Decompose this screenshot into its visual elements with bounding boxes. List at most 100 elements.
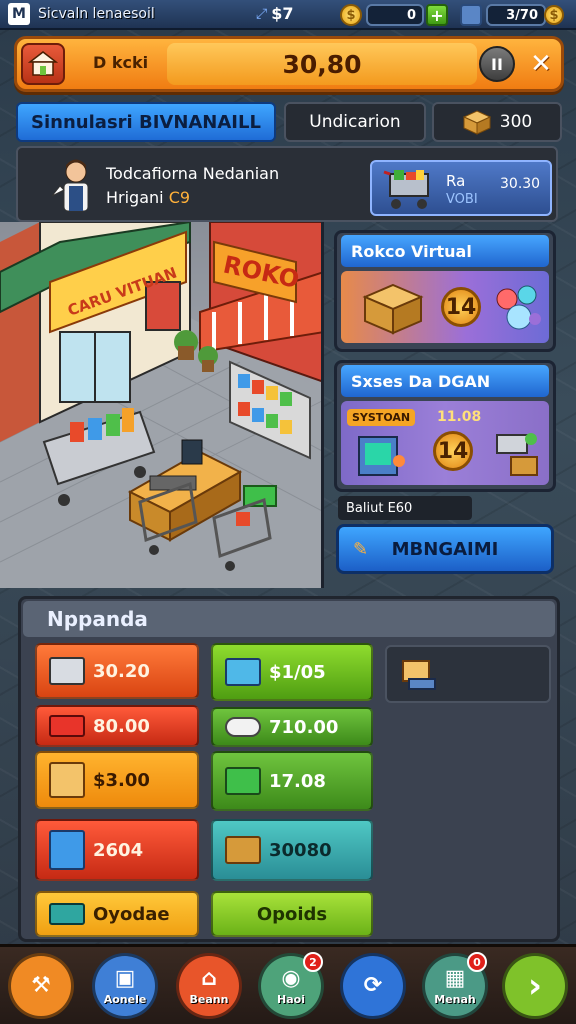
edit-icon: ✎: [353, 539, 369, 560]
app-logo-icon: M: [8, 3, 30, 25]
info-line-2-value: C9: [168, 188, 191, 207]
virtual-store-title: Rokco Virtual: [341, 235, 549, 267]
header-amount: 30,80: [167, 43, 477, 85]
crate-icon: [49, 715, 85, 737]
system-panel-title: Sxses Da DGAN: [341, 365, 549, 397]
virtual-store-coin: 14: [441, 287, 481, 327]
market-item-4[interactable]: 710.00: [211, 707, 373, 747]
manage-button-label: MBNGAIMI: [391, 538, 499, 560]
nav-beann[interactable]: ⌂ Beann: [176, 953, 242, 1019]
disc-icon: ◉: [281, 965, 301, 991]
market-item-7-label: 2604: [93, 839, 144, 861]
tab-education[interactable]: Undicarion: [284, 102, 426, 142]
market-item-3[interactable]: 80.00: [35, 705, 199, 747]
printer-icon: [49, 657, 85, 685]
notification-badge: 2: [303, 952, 323, 972]
cart-price: 30.30: [500, 176, 541, 192]
cart-label-1: Ra: [446, 172, 466, 190]
products-bundle-icon: [496, 285, 541, 330]
market-item-4-label: 710.00: [269, 716, 339, 738]
manage-button[interactable]: ✎ MBNGAIMI: [336, 524, 554, 574]
nav-menah[interactable]: ▦ Menah 0: [422, 952, 488, 1019]
capacity-icon: [460, 4, 482, 26]
market-item-9-label: Oyodae: [93, 903, 170, 925]
capacity-coin-icon: $: [544, 5, 564, 25]
cart-offer-card[interactable]: Ra VOBI 30.30: [370, 160, 552, 216]
kiosk-icon: [358, 436, 405, 476]
capacity-counter: 3/70 $: [460, 4, 564, 26]
tab-simulation[interactable]: Sinnulasri BIVNANAILL: [16, 102, 276, 142]
market-item-2[interactable]: $1/05: [211, 643, 373, 701]
system-panel-body: SYSTOAN 11.08 14: [341, 401, 549, 485]
cart-icon: [225, 767, 261, 795]
crate-counter[interactable]: 300: [432, 102, 562, 142]
pause-button[interactable]: II: [479, 46, 515, 82]
market-item-3-label: 80.00: [93, 715, 150, 737]
market-panel: Nppanda 30.20 80.00 $3.00 2604 Oyodae $1…: [18, 596, 560, 942]
crate-icon: [462, 110, 491, 135]
market-item-2-label: $1/05: [269, 661, 326, 683]
build-icon: ⌂: [201, 965, 217, 991]
info-panel: Todcafiorna Nedanian Hrigani C9 Ra VOBI …: [16, 146, 558, 222]
bottom-nav: ⚒ ▣ Aonele ⌂ Beann ◉ Haoi 2 ⟳ ▦ Menah 0 …: [0, 944, 576, 1024]
market-item-6-label: 17.08: [269, 770, 326, 792]
header-sub-label: D kcki: [93, 53, 149, 72]
keypad-icon: ▦: [444, 965, 466, 991]
store-home-button[interactable]: [21, 43, 65, 85]
package-icon: [225, 836, 261, 864]
server-box-icon: [225, 658, 261, 686]
tablet-icon: ▣: [114, 965, 136, 991]
nav-haoi[interactable]: ◉ Haoi 2: [258, 952, 324, 1019]
capacity-value: 3/70: [486, 4, 546, 26]
nav-next[interactable]: ›: [502, 953, 568, 1019]
market-item-10-label: Opoids: [256, 903, 328, 925]
trend-icon: ⤢: [256, 5, 268, 22]
next-arrow-icon: ›: [527, 966, 542, 1006]
market-item-5-label: $3.00: [93, 769, 150, 791]
market-item-8[interactable]: 30080: [211, 819, 373, 881]
nav-refresh[interactable]: ⟳: [340, 953, 406, 1019]
money-value: $7: [271, 4, 294, 23]
goods-crate-icon: [362, 283, 424, 335]
nav-aonele-label: Aonele: [103, 992, 147, 1006]
coin-counter: $ 0 +: [340, 4, 448, 26]
cart-label-2: VOBI: [446, 192, 478, 207]
header-bar: D kcki 30,80 II ✕: [14, 36, 564, 92]
info-line-1: Todcafiorna Nedanian: [106, 164, 280, 183]
store-home-icon: [28, 51, 58, 76]
close-button[interactable]: ✕: [523, 46, 559, 82]
market-item-1[interactable]: 30.20: [35, 643, 199, 699]
money-display: ⤢ $7: [256, 4, 293, 23]
market-item-5[interactable]: $3.00: [35, 751, 199, 809]
market-slot-empty[interactable]: [385, 645, 551, 703]
system-price: 11.08: [437, 409, 482, 425]
refresh-icon: ⟳: [363, 973, 383, 998]
market-title: Nppanda: [23, 601, 555, 637]
nav-aonele[interactable]: ▣ Aonele: [92, 953, 158, 1019]
system-tag: SYSTOAN: [347, 409, 416, 426]
balance-caption: Baliut E60: [338, 496, 472, 520]
nav-build-tool[interactable]: ⚒: [8, 953, 74, 1019]
notification-badge: 0: [467, 952, 487, 972]
store-scene[interactable]: CARU VITUAN ROKO: [0, 222, 324, 588]
market-item-9[interactable]: Oyodae: [35, 891, 199, 937]
crate-count: 300: [499, 112, 533, 132]
market-item-1-label: 30.20: [93, 660, 150, 682]
virtual-store-body: 14: [341, 271, 549, 343]
tray-icon: [49, 903, 85, 925]
market-item-7[interactable]: 2604: [35, 819, 199, 881]
virtual-store-panel[interactable]: Rokco Virtual 14: [334, 230, 556, 352]
cart-and-boxes-icon: [496, 433, 538, 476]
coin-icon: $: [340, 4, 362, 26]
market-item-10[interactable]: Opoids: [211, 891, 373, 937]
nav-beann-label: Beann: [189, 992, 229, 1006]
info-line-2: Hrigani C9: [106, 188, 190, 207]
paper-roll-icon: [225, 717, 261, 737]
market-item-8-label: 30080: [269, 839, 332, 861]
market-item-6[interactable]: 17.08: [211, 751, 373, 811]
hammer-icon: ⚒: [31, 973, 51, 998]
nav-menah-label: Menah: [434, 992, 476, 1006]
status-title: Sicvaln lenaesoil: [38, 6, 155, 22]
add-coins-button[interactable]: +: [426, 4, 448, 26]
system-panel[interactable]: Sxses Da DGAN SYSTOAN 11.08 14: [334, 360, 556, 492]
